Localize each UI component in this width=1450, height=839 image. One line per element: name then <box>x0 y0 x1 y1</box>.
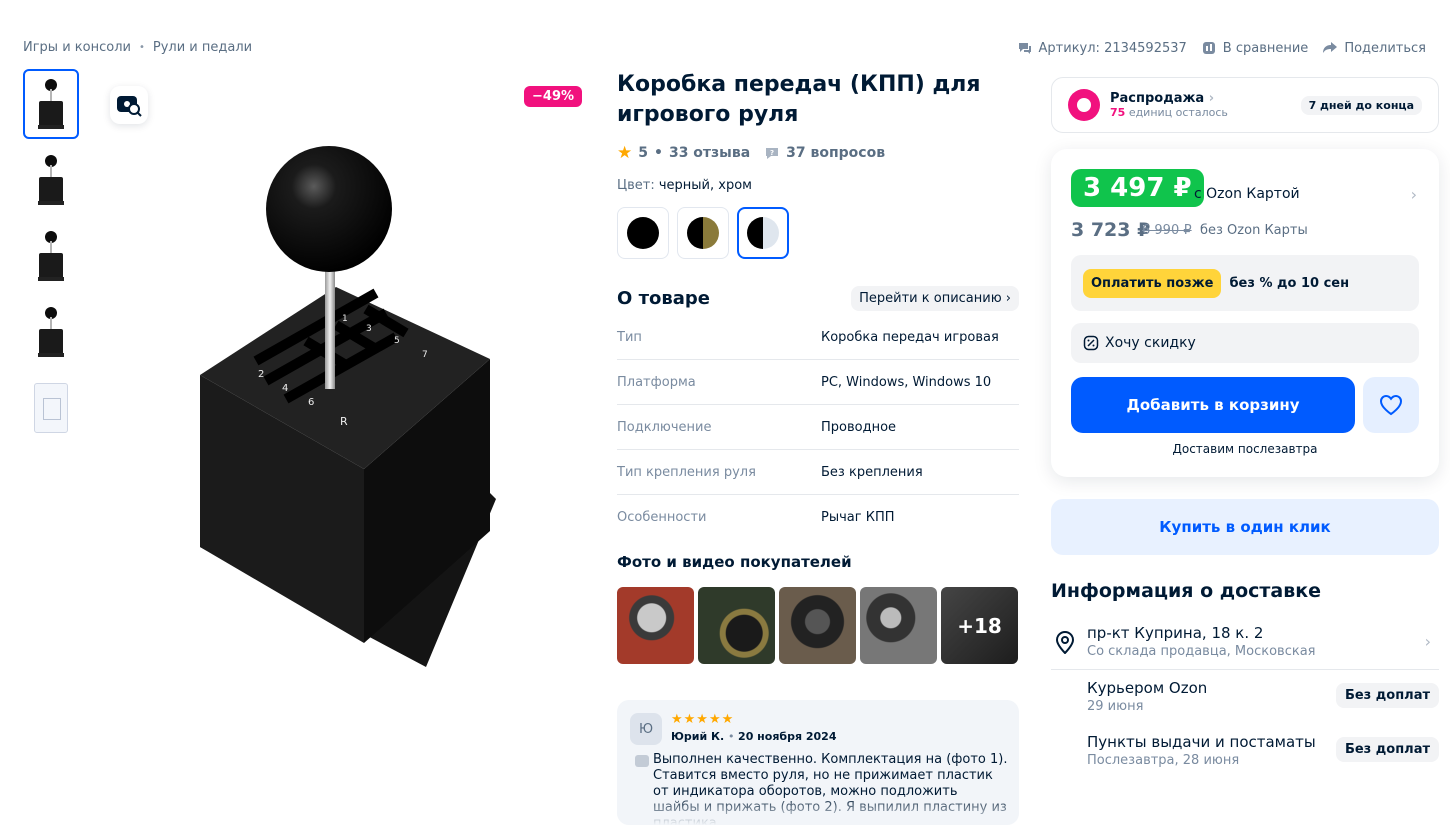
pay-later-block[interactable]: Оплатить позже без % до 10 сен <box>1071 255 1419 311</box>
swatch-black[interactable] <box>617 207 669 259</box>
svg-text:6: 6 <box>308 397 314 408</box>
svg-text:2: 2 <box>258 369 264 380</box>
address-sub: Со склада продавца, Московская <box>1087 644 1316 659</box>
swatch-black-chrome[interactable] <box>737 207 789 259</box>
discount-icon <box>1083 335 1099 351</box>
delivery-title: Информация о доставке <box>1051 580 1322 602</box>
thumbnail-4[interactable] <box>23 297 79 367</box>
no-extra-charge-badge: Без доплат <box>1335 683 1439 708</box>
breadcrumb-item[interactable]: Рули и педали <box>153 40 252 55</box>
no-extra-charge-badge: Без доплат <box>1335 737 1439 762</box>
pay-later-text: без % до 10 сен <box>1229 275 1350 291</box>
color-label: Цвет: черный, хром <box>617 178 752 193</box>
svg-text:5: 5 <box>394 336 400 346</box>
compare-button[interactable]: В сравнение <box>1201 40 1308 56</box>
heart-icon <box>1379 394 1403 416</box>
thumbnail-2[interactable] <box>23 145 79 215</box>
rating-row: ★ 5 • 33 отзыва ? 37 вопросов <box>617 143 886 163</box>
pay-later-button[interactable]: Оплатить позже <box>1083 268 1222 298</box>
reviews-link[interactable]: 33 отзыва <box>669 145 750 161</box>
compare-icon <box>1202 42 1215 54</box>
regular-price: 3 723 ₽ <box>1071 219 1151 241</box>
image-search-icon <box>117 96 142 117</box>
go-to-description-link[interactable]: Перейти к описанию › <box>851 286 1019 311</box>
sale-title: Распродажа <box>1110 91 1205 106</box>
delivery-address[interactable]: пр-кт Куприна, 18 к. 2 Со склада продавц… <box>1051 624 1439 670</box>
color-swatches <box>617 207 789 259</box>
breadcrumb-separator: • <box>138 42 145 53</box>
customer-photos: +18 <box>617 587 1018 664</box>
share-icon <box>1323 42 1338 53</box>
customer-photo-more[interactable]: +18 <box>941 587 1018 664</box>
questions-link[interactable]: ? 37 вопросов <box>764 145 885 161</box>
about-header: О товаре Перейти к описанию › <box>617 286 1019 311</box>
discount-badge: −49% <box>524 86 583 107</box>
sale-remaining-count: 75 <box>1110 106 1126 119</box>
buy-one-click-button[interactable]: Купить в один клик <box>1051 499 1439 555</box>
rating-value: 5 <box>638 145 648 161</box>
ozon-card-label: с Ozon Картой <box>1194 186 1300 202</box>
breadcrumb-item[interactable]: Игры и консоли <box>23 40 131 55</box>
sale-banner[interactable]: Распродажа › 75 единиц осталось 7 дней д… <box>1051 77 1439 133</box>
favorite-button[interactable] <box>1363 377 1419 433</box>
thumbnail-list <box>23 69 79 449</box>
spec-row: Тип Коробка передач игровая <box>617 315 1019 360</box>
address-line: пр-кт Куприна, 18 к. 2 <box>1087 624 1264 642</box>
price-card: 3 497 ₽ с Ozon Картой › 3 723 ₽ 6 990 ₽ … <box>1051 149 1439 477</box>
thumbnail-3[interactable] <box>23 221 79 291</box>
svg-text:1: 1 <box>342 314 348 324</box>
customer-photos-title: Фото и видео покупателей <box>617 553 852 571</box>
add-to-cart-button[interactable]: Добавить в корзину <box>1071 377 1355 433</box>
review-author: Юрий К. <box>671 730 725 743</box>
customer-photo[interactable] <box>779 587 856 664</box>
svg-text:3: 3 <box>366 324 372 334</box>
svg-text:7: 7 <box>422 350 428 360</box>
spec-row: Платформа PC, Windows, Windows 10 <box>617 360 1019 405</box>
spec-row: Подключение Проводное <box>617 405 1019 450</box>
image-search-button[interactable] <box>110 86 148 124</box>
delivery-option-pickup: Пункты выдачи и постаматы Послезавтра, 2… <box>1087 733 1439 773</box>
review-card[interactable]: Ю ★★★★★ Юрий К. • 20 ноября 2024 Выполне… <box>617 700 1019 825</box>
product-main-image[interactable]: 2 4 6 R 1 3 5 7 <box>96 69 592 689</box>
chat-icon <box>1018 43 1031 54</box>
delivery-option-courier: Курьером Ozon 29 июня Без доплат <box>1087 679 1439 719</box>
delivery-note: Доставим послезавтра <box>1172 442 1318 456</box>
old-price: 6 990 ₽ <box>1142 223 1192 238</box>
more-photos-count: +18 <box>941 587 1018 664</box>
svg-text:R: R <box>340 415 348 428</box>
product-title: Коробка передач (КПП) для игрового руля <box>617 72 981 127</box>
spec-row: Тип крепления руля Без крепления <box>617 450 1019 495</box>
color-value: черный, хром <box>658 178 752 193</box>
share-button[interactable]: Поделиться <box>1322 40 1426 56</box>
want-discount-button[interactable]: Хочу скидку <box>1071 323 1419 363</box>
review-stars: ★★★★★ <box>671 712 735 727</box>
star-icon: ★ <box>617 143 633 163</box>
ozon-card-price: 3 497 ₽ <box>1071 169 1204 207</box>
review-meta: Юрий К. • 20 ноября 2024 <box>671 730 837 743</box>
breadcrumb: Игры и консоли • Рули и педали <box>23 40 252 55</box>
svg-text:?: ? <box>770 149 774 157</box>
about-title: О товаре <box>617 288 710 309</box>
spec-row: Особенности Рычаг КПП <box>617 510 895 525</box>
avatar: Ю <box>630 713 662 745</box>
customer-photo[interactable] <box>617 587 694 664</box>
review-date: 20 ноября 2024 <box>738 730 837 743</box>
spec-table: Тип Коробка передач игровая Платформа PC, … <box>617 315 1019 540</box>
sale-countdown-badge: 7 дней до конца <box>1300 95 1422 115</box>
comment-icon <box>635 755 649 767</box>
swatch-black-gold[interactable] <box>677 207 729 259</box>
chevron-right-icon: › <box>1424 632 1431 651</box>
location-pin-icon <box>1055 631 1075 654</box>
thumbnail-1[interactable] <box>23 69 79 139</box>
regular-price-label: без Ozon Карты <box>1200 223 1308 238</box>
customer-photo[interactable] <box>698 587 775 664</box>
chevron-right-icon[interactable]: › <box>1411 185 1417 204</box>
svg-text:4: 4 <box>282 383 288 394</box>
customer-photo[interactable] <box>860 587 937 664</box>
top-actions: Артикул: 2134592537 В сравнение Поделить… <box>1017 40 1426 56</box>
article-number[interactable]: Артикул: 2134592537 <box>1017 40 1187 56</box>
sale-logo-icon <box>1068 89 1100 121</box>
question-icon: ? <box>766 148 779 159</box>
thumbnail-5[interactable] <box>23 373 79 443</box>
